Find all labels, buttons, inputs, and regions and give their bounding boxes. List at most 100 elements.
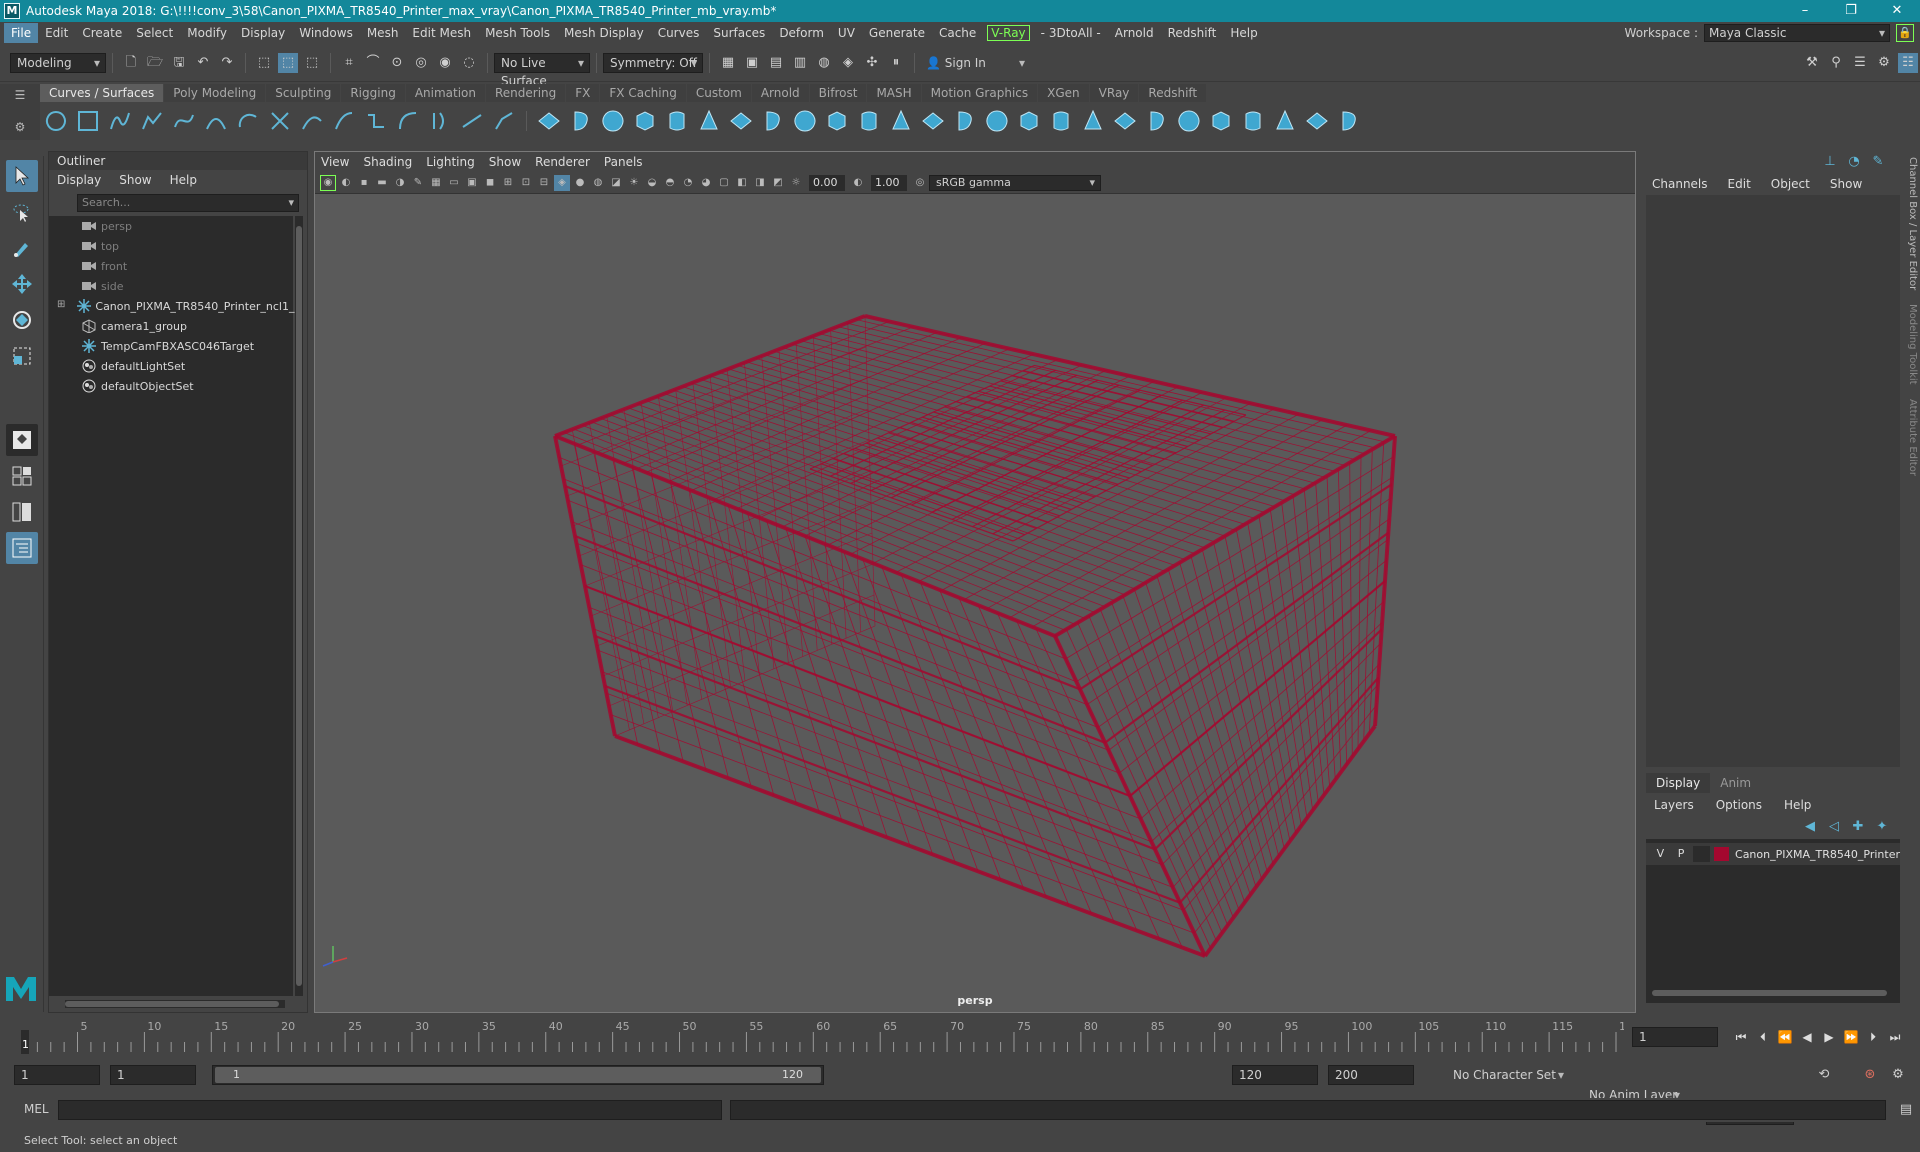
layer-tab-anim[interactable]: Anim — [1710, 773, 1761, 793]
viewport-menu-view[interactable]: View — [321, 155, 349, 169]
outliner-menu-help[interactable]: Help — [170, 173, 197, 187]
menu-mesh[interactable]: Mesh — [360, 23, 406, 43]
lasso-tool-icon[interactable] — [6, 196, 38, 228]
offset-surface-icon[interactable] — [1336, 108, 1362, 134]
safe-action-icon[interactable]: ⊡ — [518, 175, 534, 191]
shelf-tab-bifrost[interactable]: Bifrost — [809, 84, 867, 102]
snap-curve-icon[interactable]: ⌒ — [363, 53, 383, 73]
nurbs-square-icon[interactable] — [75, 108, 101, 134]
snap-vertex-icon[interactable]: ◌ — [459, 53, 479, 73]
resolution-gate-icon[interactable]: ▣ — [464, 175, 480, 191]
channel-menu-object[interactable]: Object — [1771, 177, 1810, 191]
arc-curve-icon[interactable] — [235, 108, 261, 134]
shelf-tab-sculpting[interactable]: Sculpting — [266, 84, 341, 102]
step-back-frame-icon[interactable]: ⏪ — [1774, 1030, 1796, 1044]
layer-menu-options[interactable]: Options — [1716, 798, 1762, 812]
go-to-end-icon[interactable]: ⏭ — [1884, 1030, 1906, 1045]
menu-arnold[interactable]: Arnold — [1108, 23, 1161, 43]
modeling-toolkit-icon[interactable]: ⚒ — [1802, 53, 1822, 73]
current-frame-field[interactable]: 1 — [1632, 1027, 1718, 1047]
restore-button[interactable]: ❐ — [1828, 0, 1874, 22]
shelf-tab-curves-surfaces[interactable]: Curves / Surfaces — [40, 84, 164, 102]
color-space-dropdown[interactable]: sRGB gamma — [929, 174, 1101, 191]
textured-icon[interactable]: ◪ — [608, 175, 624, 191]
loop-icon[interactable]: ⟲ — [1814, 1065, 1834, 1085]
step-back-key-icon[interactable]: ⏴ — [1752, 1030, 1774, 1045]
grease-pencil-icon[interactable]: ✎ — [410, 175, 426, 191]
step-forward-frame-icon[interactable]: ⏩ — [1840, 1030, 1862, 1044]
lock-icon[interactable]: 🔒 — [1896, 24, 1914, 42]
loft-icon[interactable] — [760, 108, 786, 134]
rebuild-surface-icon[interactable] — [1112, 108, 1138, 134]
layer-row[interactable]: V P Canon_PIXMA_TR8540_Printer — [1646, 843, 1900, 865]
layer-tab-display[interactable]: Display — [1646, 773, 1711, 793]
playback-start-field[interactable]: 1 — [110, 1065, 196, 1085]
play-backward-icon[interactable]: ◀ — [1796, 1030, 1818, 1044]
attach-surface-icon[interactable] — [1144, 108, 1170, 134]
layer-playback-toggle[interactable]: P — [1673, 846, 1690, 862]
open-scene-icon[interactable]: 🗁 — [145, 53, 165, 73]
2d-pan-zoom-icon[interactable]: ◑ — [392, 175, 408, 191]
render-view-icon[interactable]: ▦ — [718, 53, 738, 73]
new-layer-icon[interactable]: ✚ — [1848, 817, 1868, 837]
layer-visibility-toggle[interactable]: V — [1652, 846, 1669, 862]
outliner-vertical-scrollbar[interactable] — [295, 216, 303, 996]
step-forward-key-icon[interactable]: ⏵ — [1862, 1030, 1884, 1045]
shelf-tab-xgen[interactable]: XGen — [1038, 84, 1089, 102]
menu-create[interactable]: Create — [75, 23, 129, 43]
menu-display[interactable]: Display — [234, 23, 292, 43]
nurbs-sphere-icon[interactable] — [536, 108, 562, 134]
intersect-icon[interactable] — [1080, 108, 1106, 134]
time-ruler[interactable]: 5 10 15 20 25 30 35 40 45 50 55 60 65 70 75 80 85 90 95 100… — [16, 1018, 1624, 1054]
vray-render-icon[interactable]: ◈ — [838, 53, 858, 73]
menu-select[interactable]: Select — [129, 23, 180, 43]
wireframe-icon[interactable]: ◈ — [554, 174, 570, 191]
menu-uv[interactable]: UV — [831, 23, 862, 43]
outliner-item[interactable]: ⊞ Canon_PIXMA_TR8540_Printer_ncl1_1 — [49, 296, 301, 316]
ep-curve-icon[interactable] — [107, 108, 133, 134]
xray-active-icon[interactable]: ◨ — [752, 175, 768, 191]
untrim-icon[interactable] — [1016, 108, 1042, 134]
sculpt-surface-icon[interactable] — [1240, 108, 1266, 134]
revolve-icon[interactable] — [728, 108, 754, 134]
shelf-tab-custom[interactable]: Custom — [686, 84, 751, 102]
persp-outliner-layout-icon[interactable] — [6, 496, 38, 528]
bezier-curve-icon[interactable] — [171, 108, 197, 134]
single-perspective-view-icon[interactable] — [6, 424, 38, 456]
move-layer-up-icon[interactable]: ◀ — [1800, 817, 1820, 837]
channel-menu-channels[interactable]: Channels — [1652, 177, 1708, 191]
select-component-icon[interactable]: ⬚ — [302, 53, 322, 73]
go-to-start-icon[interactable]: ⏮ — [1730, 1030, 1752, 1045]
square-surface-icon[interactable] — [920, 108, 946, 134]
pause-icon[interactable]: ⏸ — [886, 53, 906, 73]
exposure-icon[interactable]: ☼ — [788, 175, 804, 191]
snap-view-icon[interactable]: ◎ — [411, 53, 431, 73]
menu-v-ray[interactable]: V-Ray — [987, 25, 1030, 41]
hypershade-icon[interactable]: ◍ — [814, 53, 834, 73]
character-set-dropdown[interactable]: No Character Set — [1446, 1065, 1570, 1085]
outliner-item[interactable]: camera1_group — [49, 316, 293, 336]
render-settings-icon[interactable]: ▥ — [790, 53, 810, 73]
menu-edit-mesh[interactable]: Edit Mesh — [405, 23, 478, 43]
scroll-thumb[interactable] — [1652, 990, 1887, 996]
animation-end-field[interactable]: 200 — [1328, 1065, 1414, 1085]
project-curve-icon[interactable] — [1048, 108, 1074, 134]
snap-surface-icon[interactable]: ◉ — [435, 53, 455, 73]
shelf-tab-poly-modeling[interactable]: Poly Modeling — [164, 84, 266, 102]
snap-grid-icon[interactable]: ⌗ — [339, 53, 359, 73]
xray-icon[interactable]: ◧ — [734, 175, 750, 191]
scale-tool-icon[interactable] — [6, 340, 38, 372]
hierarchy-icon[interactable]: ⊥ — [1820, 152, 1840, 172]
surface-fillet-icon[interactable] — [1272, 108, 1298, 134]
animation-start-field[interactable]: 1 — [14, 1065, 100, 1085]
outliner-item[interactable]: defaultLightSet — [49, 356, 293, 376]
shelf-settings-icon[interactable]: ⚙ — [0, 120, 40, 134]
anim-preferences-icon[interactable]: ⚙ — [1888, 1065, 1908, 1085]
planar-icon[interactable] — [792, 108, 818, 134]
motion-blur-icon[interactable]: ◔ — [680, 175, 696, 191]
boundary-icon[interactable] — [888, 108, 914, 134]
color-management-icon[interactable]: ◎ — [912, 175, 928, 191]
rotate-tool-icon[interactable] — [6, 304, 38, 336]
menu-windows[interactable]: Windows — [292, 23, 360, 43]
xray-joints-icon[interactable]: ◩ — [770, 175, 786, 191]
